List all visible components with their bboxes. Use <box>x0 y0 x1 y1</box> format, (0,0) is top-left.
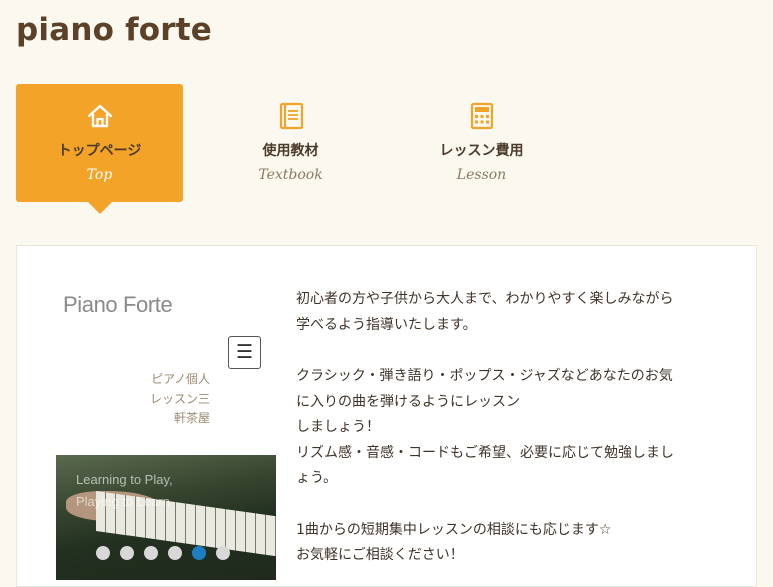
intro-text: に入りの曲を弾けるようにレッスン <box>296 393 520 410</box>
intro-description: 初心者の方や子供から大人まで、わかりやすく楽しみながら 学べるよう指導いたします… <box>296 287 736 569</box>
site-preview: Piano Forte ☰ ピアノ個人レッスン三軒茶屋 Learning to … <box>56 270 276 580</box>
slider-caption-line-2: Playing to Learn <box>76 494 170 509</box>
intro-text: 初心者の方や子供から大人まで、わかりやすく楽しみながら <box>296 291 674 307</box>
book-icon <box>279 102 303 130</box>
slider-dot[interactable] <box>96 546 110 560</box>
nav-item-top[interactable]: トップページ Top <box>16 84 183 214</box>
slider-dots <box>96 545 240 560</box>
hero-slider[interactable]: Learning to Play, Playing to Learn <box>56 455 276 580</box>
hamburger-icon[interactable]: ☰ <box>228 336 261 369</box>
intro-text: ょう。 <box>296 470 338 486</box>
slider-dot[interactable] <box>120 546 134 560</box>
nav-sub-top: Top <box>86 167 113 183</box>
nav-item-textbook[interactable]: 使用教材 Textbook <box>207 84 374 202</box>
intro-text: しましょう！ <box>296 419 380 435</box>
nav-sub-lesson: Lesson <box>456 167 507 183</box>
main-nav: トップページ Top 使用教材 Textbook レッスン費用 Lesson <box>16 84 576 214</box>
slider-caption: Learning to Play, Playing to Learn <box>76 469 173 513</box>
nav-sub-textbook: Textbook <box>258 167 323 183</box>
slider-caption-line-1: Learning to Play, <box>76 472 173 487</box>
home-icon <box>87 104 112 128</box>
site-title[interactable]: piano forte <box>16 12 212 48</box>
intro-text: 学べるよう指導いたします。 <box>296 316 477 333</box>
nav-label-lesson: レッスン費用 <box>439 143 524 159</box>
intro-text: クラシック・弾き語り・ポップス・ジャズなどあなたのお気 <box>296 368 673 384</box>
nav-label-top: トップページ <box>57 143 142 159</box>
slider-dot[interactable] <box>216 546 230 560</box>
calculator-icon <box>470 102 493 130</box>
nav-item-lesson[interactable]: レッスン費用 Lesson <box>398 84 565 202</box>
slider-dot[interactable] <box>144 546 158 560</box>
intro-text: 1曲からの短期集中レッスンの相談にも応じます☆ <box>296 521 612 538</box>
slider-dot-active[interactable] <box>192 546 206 560</box>
slider-dot[interactable] <box>168 546 182 560</box>
intro-text: お気軽にご相談ください！ <box>296 547 464 563</box>
nav-label-textbook: 使用教材 <box>262 143 319 159</box>
preview-site-title[interactable]: Piano Forte <box>63 292 173 318</box>
preview-subtitle: ピアノ個人レッスン三軒茶屋 <box>149 372 210 425</box>
intro-text: リズム感・音感・コードもご希望、必要に応じて勉強しまし <box>296 444 674 461</box>
